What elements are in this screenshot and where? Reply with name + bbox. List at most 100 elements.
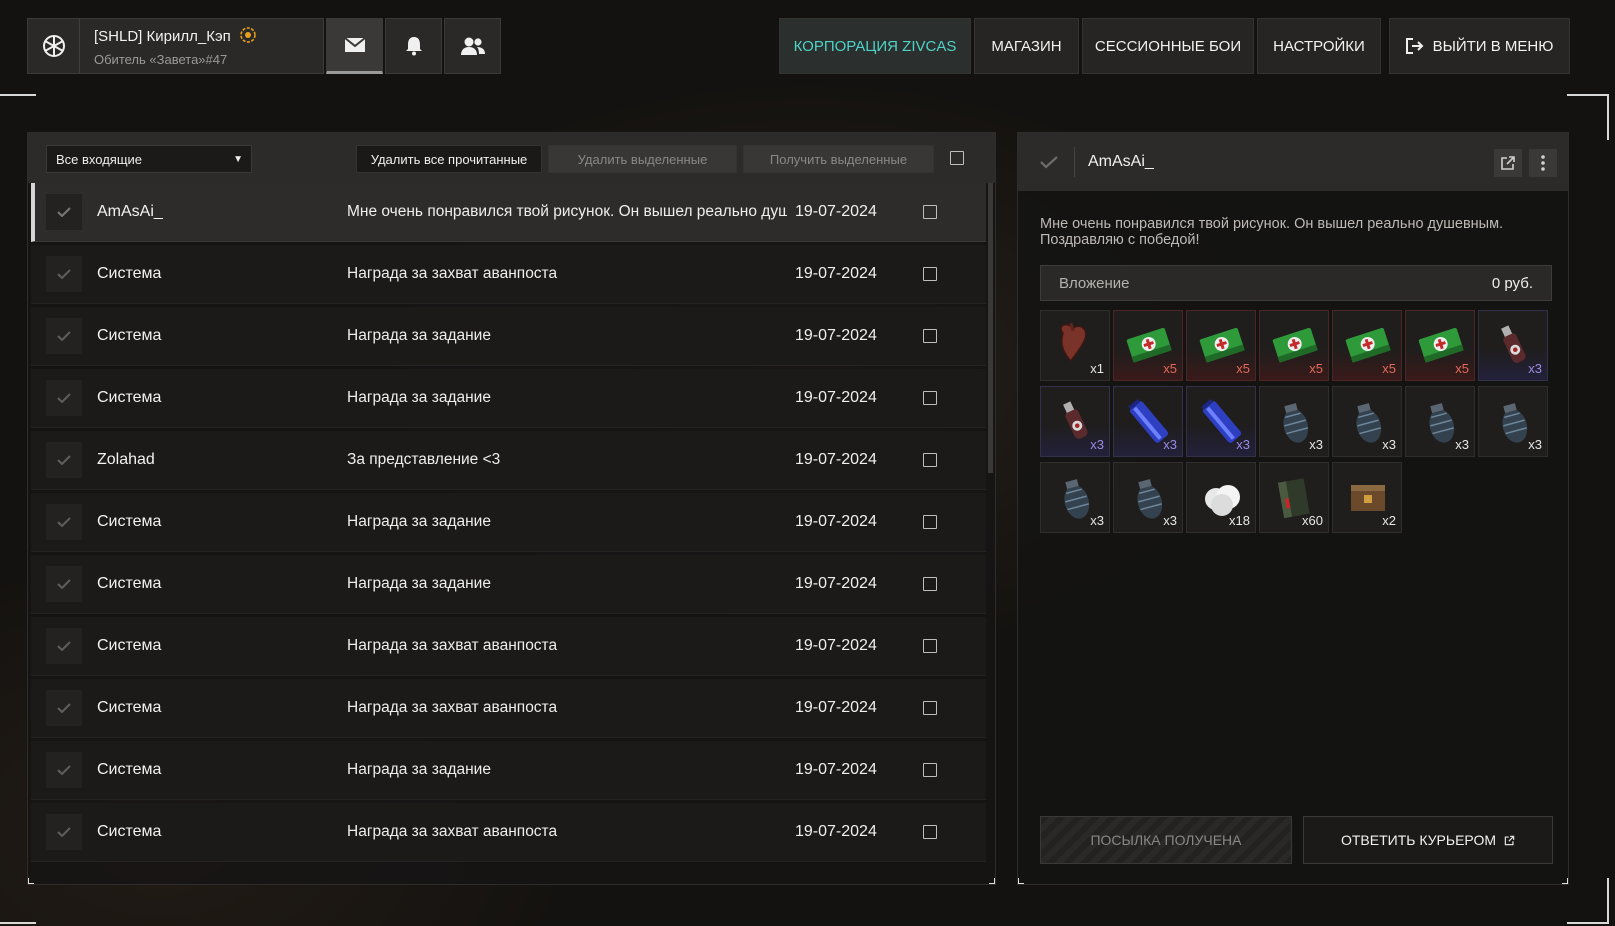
read-check-icon [46, 752, 82, 788]
attachment-item[interactable]: x3 [1478, 386, 1548, 457]
open-external-button[interactable] [1494, 149, 1522, 177]
attachment-item[interactable]: x18 [1186, 462, 1256, 533]
attachment-item[interactable]: x2 [1332, 462, 1402, 533]
read-check-icon [46, 318, 82, 354]
external-link-icon [1501, 156, 1515, 170]
mail-sender: Система [97, 575, 162, 592]
attachment-item[interactable]: x60 [1259, 462, 1329, 533]
attachment-item[interactable]: x3 [1040, 462, 1110, 533]
player-profile[interactable]: [SHLD] Кирилл_Кэп Обитель «Завета»#47 [27, 18, 324, 74]
read-check-icon [46, 628, 82, 664]
mail-sender: Zolahad [97, 451, 155, 468]
nav-corporation[interactable]: КОРПОРАЦИЯ ZIVCAS [779, 18, 971, 74]
receive-selected-button[interactable]: Получить выделенные [743, 145, 934, 173]
attachment-label: Вложение [1059, 274, 1130, 292]
mail-button[interactable] [326, 18, 383, 74]
read-check-icon [46, 380, 82, 416]
mail-subject: Награда за захват аванпоста [347, 823, 558, 840]
main-nav: КОРПОРАЦИЯ ZIVCAS МАГАЗИН СЕССИОННЫЕ БОИ… [779, 18, 1381, 74]
mail-subject: Награда за задание [347, 327, 491, 344]
bracket [1018, 878, 1024, 884]
mail-row-checkbox[interactable] [923, 267, 937, 281]
delete-read-button[interactable]: Удалить все прочитанные [356, 145, 542, 173]
item-quantity: x3 [1236, 437, 1250, 452]
player-name: [SHLD] Кирилл_Кэп [94, 28, 231, 45]
frame-line-bottom-right [1567, 922, 1609, 924]
attachment-item[interactable]: x5 [1332, 310, 1402, 381]
attachment-item[interactable]: x3 [1405, 386, 1475, 457]
mail-date: 19-07-2024 [795, 327, 877, 344]
item-quantity: x3 [1090, 513, 1104, 528]
mail-row-checkbox[interactable] [923, 329, 937, 343]
attachment-item[interactable]: x5 [1113, 310, 1183, 381]
mail-row[interactable]: Система Награда за захват аванпоста 19-0… [31, 803, 986, 862]
item-quantity: x3 [1528, 361, 1542, 376]
message-detail-panel: AmAsAi_ Мне очень понравился твой рисуно… [1017, 132, 1569, 885]
attachment-item[interactable]: x5 [1259, 310, 1329, 381]
frame-line-right [1607, 94, 1609, 140]
exit-to-menu-button[interactable]: ВЫЙТИ В МЕНЮ [1389, 18, 1570, 74]
mail-subject: Награда за захват аванпоста [347, 637, 558, 654]
mail-date: 19-07-2024 [795, 513, 877, 530]
mail-row-checkbox[interactable] [923, 577, 937, 591]
mail-row-checkbox[interactable] [923, 825, 937, 839]
reply-courier-button[interactable]: ОТВЕТИТЬ КУРЬЕРОМ [1303, 816, 1553, 864]
notifications-button[interactable] [385, 18, 442, 74]
item-quantity: x3 [1309, 437, 1323, 452]
mail-row[interactable]: Система Награда за задание 19-07-2024 [31, 307, 986, 366]
mail-row-checkbox[interactable] [923, 763, 937, 777]
mail-date: 19-07-2024 [795, 265, 877, 282]
attachment-item[interactable]: x3 [1186, 386, 1256, 457]
attachment-item[interactable]: x3 [1332, 386, 1402, 457]
nav-session-battles[interactable]: СЕССИОННЫЕ БОИ [1082, 18, 1254, 74]
mail-row[interactable]: Система Награда за задание 19-07-2024 [31, 741, 986, 800]
more-options-button[interactable] [1529, 149, 1557, 177]
attachment-item[interactable]: x3 [1113, 462, 1183, 533]
bracket [28, 878, 34, 884]
attachment-item[interactable]: x3 [1040, 386, 1110, 457]
attachment-item[interactable]: x5 [1405, 310, 1475, 381]
mail-row[interactable]: Система Награда за задание 19-07-2024 [31, 369, 986, 428]
read-check-icon [46, 504, 82, 540]
attachment-item[interactable]: x1 [1040, 310, 1110, 381]
friends-icon [460, 37, 485, 55]
attachment-item[interactable]: x3 [1259, 386, 1329, 457]
mail-row-checkbox[interactable] [923, 639, 937, 653]
inbox-filter-select[interactable]: Все входящие ▼ [46, 145, 252, 173]
item-quantity: x18 [1229, 513, 1250, 528]
delete-selected-button[interactable]: Удалить выделенные [548, 145, 737, 173]
mail-row-checkbox[interactable] [923, 391, 937, 405]
attachment-bar: Вложение 0 руб. [1040, 265, 1552, 301]
mail-row[interactable]: AmAsAi_ Мне очень понравился твой рисуно… [31, 183, 986, 242]
mail-date: 19-07-2024 [795, 451, 877, 468]
item-quantity: x5 [1382, 361, 1396, 376]
parcel-received-button[interactable]: ПОСЫЛКА ПОЛУЧЕНА [1040, 816, 1292, 864]
mail-list-scrollbar[interactable] [988, 183, 993, 473]
attachment-item[interactable]: x5 [1186, 310, 1256, 381]
item-quantity: x3 [1382, 437, 1396, 452]
mail-row[interactable]: Zolahad За представление <3 19-07-2024 [31, 431, 986, 490]
mail-list-panel: Все входящие ▼ Удалить все прочитанные У… [27, 132, 996, 885]
mail-row-checkbox[interactable] [923, 515, 937, 529]
mail-date: 19-07-2024 [795, 823, 877, 840]
mail-row[interactable]: Система Награда за захват аванпоста 19-0… [31, 679, 986, 738]
mail-sender: Система [97, 761, 162, 778]
attachment-item[interactable]: x3 [1478, 310, 1548, 381]
exit-icon [1405, 38, 1423, 54]
friends-button[interactable] [444, 18, 501, 74]
mail-row-checkbox[interactable] [923, 453, 937, 467]
nav-shop[interactable]: МАГАЗИН [974, 18, 1079, 74]
frame-line-top [0, 94, 36, 96]
item-quantity: x5 [1309, 361, 1323, 376]
nav-settings[interactable]: НАСТРОЙКИ [1257, 18, 1381, 74]
mail-row[interactable]: Система Награда за захват аванпоста 19-0… [31, 245, 986, 304]
select-all-checkbox[interactable] [950, 151, 964, 165]
mail-sender: Система [97, 823, 162, 840]
mail-row[interactable]: Система Награда за захват аванпоста 19-0… [31, 617, 986, 676]
attachment-item[interactable]: x3 [1113, 386, 1183, 457]
read-check-icon [46, 690, 82, 726]
mail-row[interactable]: Система Награда за задание 19-07-2024 [31, 555, 986, 614]
mail-row[interactable]: Система Награда за задание 19-07-2024 [31, 493, 986, 552]
mail-row-checkbox[interactable] [923, 701, 937, 715]
mail-row-checkbox[interactable] [923, 205, 937, 219]
